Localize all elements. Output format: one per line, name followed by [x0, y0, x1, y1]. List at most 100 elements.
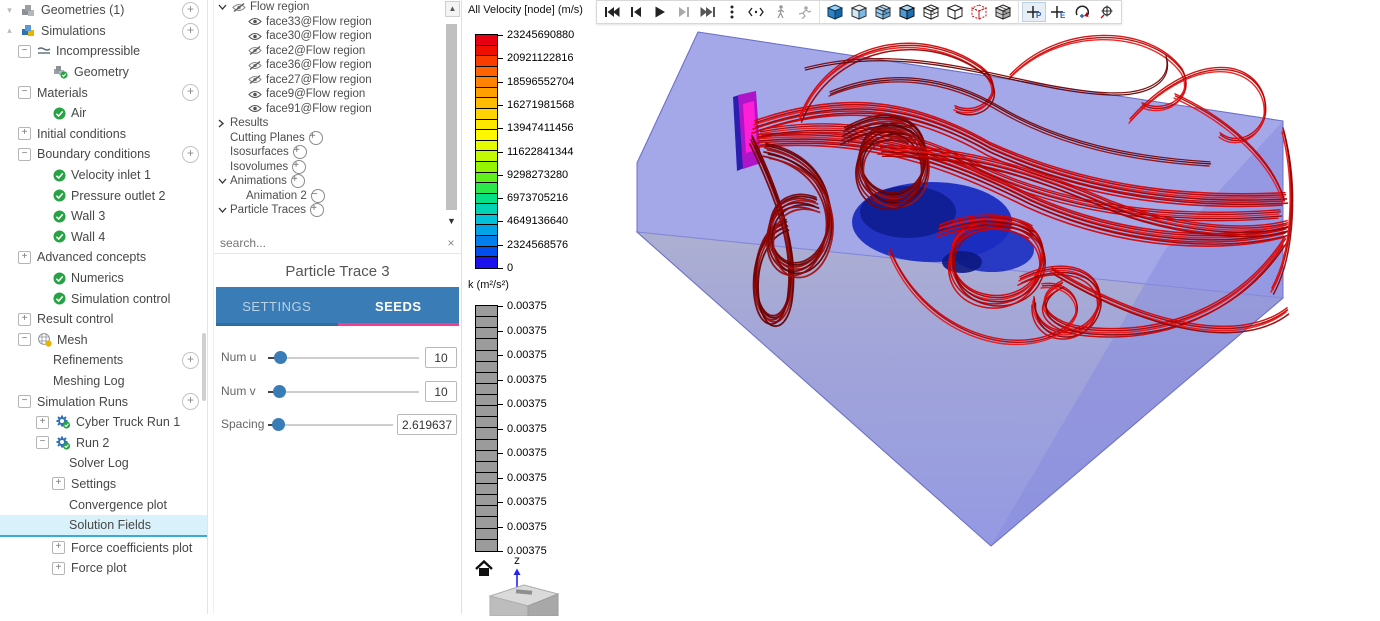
- step-forward-button[interactable]: [672, 2, 696, 22]
- expand-icon[interactable]: +: [36, 415, 49, 429]
- probe-point-e-button[interactable]: E: [1046, 2, 1070, 22]
- sidebar-item-refinements[interactable]: Refinements +: [0, 350, 207, 371]
- chevron-right-icon[interactable]: [218, 119, 228, 128]
- cube-wire-grid-button[interactable]: [919, 2, 943, 22]
- chevron-down-icon[interactable]: ▾: [4, 5, 15, 16]
- sidebar-item-advanced-concepts[interactable]: + Advanced concepts: [0, 247, 207, 268]
- slider-track[interactable]: [268, 357, 419, 359]
- tab-settings[interactable]: SETTINGS: [216, 287, 338, 326]
- sidebar-item-air[interactable]: Air: [0, 103, 207, 124]
- add-button[interactable]: +: [182, 352, 199, 370]
- dots-vertical-button[interactable]: [720, 2, 744, 22]
- add-circle-icon[interactable]: +: [308, 130, 323, 145]
- scene-tree-item-results[interactable]: Results: [214, 116, 444, 131]
- scene-tree-scrollbar[interactable]: ▲ ▼: [445, 0, 460, 232]
- skip-start-button[interactable]: [600, 2, 624, 22]
- scene-tree-item-flow-region[interactable]: Flow region: [214, 0, 444, 15]
- scene-tree-item-face30-flow-region[interactable]: face30@Flow region: [214, 29, 444, 44]
- sidebar-item-boundary-conditions[interactable]: − Boundary conditions +: [0, 144, 207, 165]
- cube-points-button[interactable]: [967, 2, 991, 22]
- scene-tree-item-face2-flow-region[interactable]: face2@Flow region: [214, 44, 444, 59]
- sidebar-item-solver-log[interactable]: Solver Log: [0, 453, 207, 474]
- 3d-viewport[interactable]: [590, 0, 1380, 614]
- slider-handle[interactable]: [272, 385, 286, 398]
- eye-off-icon[interactable]: [248, 75, 262, 85]
- scene-tree-item-face33-flow-region[interactable]: face33@Flow region: [214, 15, 444, 30]
- sidebar-item-simulation-runs[interactable]: − Simulation Runs +: [0, 391, 207, 412]
- eye-icon[interactable]: [248, 104, 262, 113]
- sidebar-item-result-control[interactable]: + Result control: [0, 309, 207, 330]
- sidebar-item-materials[interactable]: − Materials +: [0, 82, 207, 103]
- sidebar-scrollbar[interactable]: [202, 333, 206, 401]
- add-circle-icon[interactable]: +: [290, 174, 305, 189]
- chevron-down-icon[interactable]: [218, 207, 228, 214]
- add-button[interactable]: +: [182, 2, 199, 19]
- chevron-down-icon[interactable]: [218, 4, 228, 11]
- add-circle-icon[interactable]: +: [292, 159, 307, 174]
- collapse-icon[interactable]: −: [18, 147, 31, 161]
- search-clear-icon[interactable]: ×: [441, 236, 461, 250]
- scene-tree-item-animation-2[interactable]: Animation 2−: [214, 188, 444, 204]
- sidebar-item-geometry[interactable]: Geometry: [0, 62, 207, 83]
- sidebar-item-simulation-control[interactable]: Simulation control: [0, 288, 207, 309]
- slider-handle[interactable]: [274, 351, 288, 364]
- step-back-button[interactable]: [624, 2, 648, 22]
- slider-value-input[interactable]: 10: [425, 347, 457, 368]
- expand-icon[interactable]: +: [18, 127, 31, 141]
- eye-off-icon[interactable]: [232, 2, 246, 12]
- sidebar-item-solution-fields[interactable]: Solution Fields: [0, 514, 207, 538]
- add-button[interactable]: +: [182, 22, 199, 40]
- slider-track[interactable]: [268, 391, 419, 393]
- scene-tree-item-face91-flow-region[interactable]: face91@Flow region: [214, 102, 444, 117]
- cube-grid-button[interactable]: [871, 2, 895, 22]
- eye-icon[interactable]: [248, 90, 262, 99]
- eye-icon[interactable]: [248, 17, 262, 26]
- cube-solid-button[interactable]: [823, 2, 847, 22]
- home-view-icon[interactable]: [474, 559, 494, 582]
- add-button[interactable]: +: [182, 393, 199, 411]
- sidebar-item-simulations[interactable]: ▴ Simulations +: [0, 21, 207, 42]
- sidebar-item-numerics[interactable]: Numerics: [0, 268, 207, 289]
- scene-tree-item-isovolumes[interactable]: Isovolumes +: [214, 159, 444, 175]
- scene-tree-item-isosurfaces[interactable]: Isosurfaces +: [214, 145, 444, 160]
- scroll-down-button[interactable]: ▼: [445, 214, 458, 228]
- scene-tree-item-cutting-planes[interactable]: Cutting Planes +: [214, 130, 444, 146]
- chevron-up-icon[interactable]: ▴: [4, 25, 15, 36]
- trace-extent-button[interactable]: [744, 2, 768, 22]
- scene-tree-item-face9-flow-region[interactable]: face9@Flow region: [214, 87, 444, 102]
- sidebar-item-wall-3[interactable]: Wall 3: [0, 206, 207, 227]
- scene-tree-item-particle-traces[interactable]: Particle Traces +: [214, 203, 444, 218]
- rotate-free-button[interactable]: [1070, 2, 1094, 22]
- expand-icon[interactable]: +: [52, 561, 65, 575]
- expand-icon[interactable]: +: [18, 250, 31, 264]
- slider-value-input[interactable]: 2.619637: [397, 414, 457, 435]
- eye-off-icon[interactable]: [248, 60, 262, 70]
- sidebar-item-run-2[interactable]: − Run 2: [0, 432, 207, 453]
- skip-end-button[interactable]: [696, 2, 720, 22]
- scene-tree-item-animations[interactable]: Animations +: [214, 174, 444, 189]
- play-button[interactable]: [648, 2, 672, 22]
- sidebar-item-geometries-1-[interactable]: ▾ Geometries (1) +: [0, 0, 207, 21]
- remove-circle-icon[interactable]: −: [310, 188, 325, 203]
- sidebar-item-meshing-log[interactable]: Meshing Log: [0, 371, 207, 392]
- sidebar-item-pressure-outlet-2[interactable]: Pressure outlet 2: [0, 185, 207, 206]
- sidebar-item-convergence-plot[interactable]: Convergence plot: [0, 494, 207, 515]
- sidebar-item-force-plot[interactable]: + Force plot: [0, 558, 207, 579]
- slider-value-input[interactable]: 10: [425, 381, 457, 402]
- collapse-icon[interactable]: −: [18, 44, 31, 58]
- add-button[interactable]: +: [182, 84, 199, 102]
- slider-track[interactable]: [268, 424, 393, 426]
- tab-seeds[interactable]: SEEDS: [337, 287, 459, 326]
- add-circle-icon[interactable]: +: [292, 145, 307, 160]
- walk-mode-button[interactable]: [768, 2, 792, 22]
- cube-wire-button[interactable]: [943, 2, 967, 22]
- cube-bw-button[interactable]: [991, 2, 1015, 22]
- collapse-icon[interactable]: −: [36, 436, 49, 450]
- expand-icon[interactable]: +: [18, 312, 31, 326]
- collapse-icon[interactable]: −: [18, 333, 31, 347]
- eye-off-icon[interactable]: [248, 46, 262, 56]
- collapse-icon[interactable]: −: [18, 86, 31, 100]
- expand-icon[interactable]: +: [52, 541, 65, 555]
- chevron-down-icon[interactable]: [218, 178, 228, 185]
- orientation-cube[interactable]: [478, 582, 568, 621]
